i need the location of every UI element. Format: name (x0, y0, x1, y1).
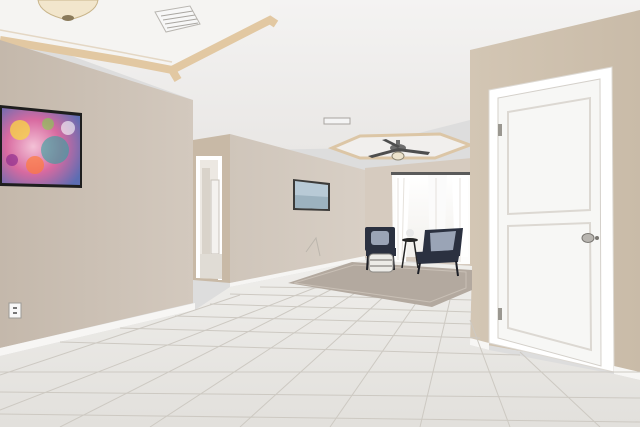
pouf-ottoman (368, 253, 394, 273)
wall-outlet-icon (8, 302, 22, 319)
ceiling-vent-small-icon (323, 117, 351, 125)
framed-wall-art (293, 179, 330, 211)
room-illustration (0, 0, 640, 427)
abstract-wall-art (0, 105, 82, 188)
room-photo (0, 0, 640, 427)
